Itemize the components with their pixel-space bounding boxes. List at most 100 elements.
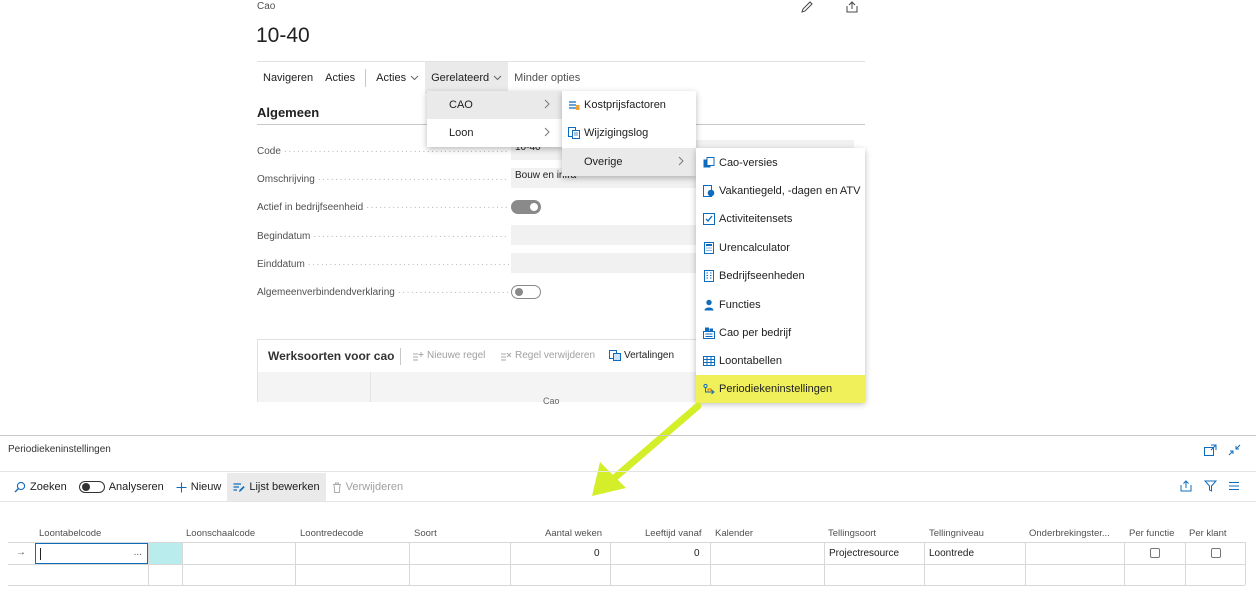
person-icon [703, 299, 715, 311]
translations-button[interactable]: Vertalingen [609, 350, 674, 361]
leader-dots: ········································… [365, 202, 509, 213]
list-view-icon[interactable] [1228, 481, 1240, 491]
column-header-leeftijd-vanaf[interactable]: Leeftijd vanaf [645, 528, 702, 539]
action-gerelateerd-menu[interactable]: Gerelateerd [425, 61, 509, 94]
part-title[interactable]: Werksoorten voor cao [268, 349, 394, 363]
column-header-soort[interactable]: Soort [414, 528, 437, 539]
menu-item-cao-versies[interactable]: Cao-versies [696, 149, 865, 177]
card-action-bar: Navigeren Acties Acties Gerelateerd Mind… [257, 61, 865, 94]
menu-item-kostprijsfactoren[interactable]: Kostprijsfactoren [562, 91, 696, 119]
field-label-omschrijving: Omschrijving ···························… [257, 174, 509, 185]
avv-toggle[interactable] [511, 285, 541, 299]
field-label-actief: Actief in bedrijfseenheid ··············… [257, 202, 509, 213]
menu-item-cao[interactable]: CAO [427, 91, 562, 119]
record-title: 10-40 [256, 24, 310, 47]
column-header-aantal-weken[interactable]: Aantal weken [545, 528, 602, 539]
analyse-label: Analyseren [108, 481, 164, 493]
column-header-loonschaalcode[interactable]: Loonschaalcode [186, 528, 255, 539]
part-grid-divider [370, 372, 371, 402]
plus-icon [176, 482, 187, 493]
grid-line [1025, 542, 1026, 585]
menu-item-wijzigingslog-label: Wijzigingslog [584, 127, 649, 139]
leader-dots: ········································… [317, 174, 509, 185]
menu-item-periodiekeninstellingen[interactable]: Periodiekeninstellingen [696, 375, 865, 403]
menu-item-bedrijfseenheden-label: Bedrijfseenheden [719, 270, 805, 282]
menu-item-bedrijfseenheden[interactable]: Bedrijfseenheden [696, 262, 865, 290]
actief-label: Actief in bedrijfseenheid [257, 202, 364, 213]
delete-line-button[interactable]: Regel verwijderen [500, 350, 595, 361]
chevron-down-icon [493, 75, 502, 81]
list-actionbar-top-line [0, 471, 1256, 472]
per-functie-checkbox[interactable] [1150, 548, 1160, 558]
menu-item-vakantiegeld[interactable]: Vakantiegeld, -dagen en ATV [696, 177, 865, 205]
actief-toggle[interactable] [511, 200, 541, 214]
share-icon[interactable] [1180, 480, 1193, 492]
search-button[interactable]: Zoeken [8, 473, 73, 501]
tellingsoort-cell[interactable]: Projectresource [829, 548, 899, 559]
new-line-button[interactable]: Nieuwe regel [412, 350, 485, 361]
per-klant-checkbox[interactable] [1211, 548, 1221, 558]
action-navigeren[interactable]: Navigeren [257, 62, 319, 94]
new-button[interactable]: Nieuw [170, 473, 228, 501]
grid-line [824, 542, 825, 585]
menu-item-overige[interactable]: Overige [562, 148, 696, 176]
chevron-right-icon [544, 99, 550, 109]
loontabelcode-input[interactable]: ... [35, 543, 148, 564]
leader-dots: ········································… [307, 259, 509, 270]
delete-button[interactable]: Verwijderen [326, 473, 409, 501]
column-header-kalender[interactable]: Kalender [715, 528, 753, 539]
breadcrumb: Cao [257, 1, 276, 12]
menu-item-urencalculator-label: Urencalculator [719, 242, 790, 254]
collapse-icon[interactable] [1228, 444, 1241, 456]
share-icon[interactable] [845, 0, 861, 16]
column-header-per-functie[interactable]: Per functie [1129, 528, 1174, 539]
column-header-loontredecode[interactable]: Loontredecode [300, 528, 363, 539]
analyse-toggle[interactable]: Analyseren [73, 473, 170, 501]
action-gerelateerd-label: Gerelateerd [431, 71, 490, 84]
menu-item-urencalculator[interactable]: Urencalculator [696, 234, 865, 262]
activiteitensets-icon [703, 213, 715, 225]
menu-item-loon-label: Loon [449, 127, 474, 139]
pencil-icon[interactable] [800, 0, 816, 16]
column-header-per-klant[interactable]: Per klant [1189, 528, 1227, 539]
column-header-tellingniveau[interactable]: Tellingniveau [929, 528, 984, 539]
lookup-button[interactable]: ... [134, 547, 142, 558]
menu-item-loon[interactable]: Loon [427, 119, 562, 147]
column-header-tellingsoort[interactable]: Tellingsoort [828, 528, 876, 539]
column-header-loontabelcode[interactable]: Loontabelcode [39, 528, 101, 539]
action-separator [365, 68, 367, 87]
menu-item-vakantiegeld-label: Vakantiegeld, -dagen en ATV [719, 185, 861, 197]
menu-item-activiteitensets[interactable]: Activiteitensets [696, 205, 865, 233]
part-grid-cut-text: Cao [543, 396, 560, 406]
menu-item-functies[interactable]: Functies [696, 291, 865, 319]
aantal-weken-cell[interactable]: 0 [594, 548, 600, 559]
action-minder-opties[interactable]: Minder opties [508, 62, 586, 94]
menu-item-wijzigingslog[interactable]: Wijzigingslog [562, 119, 696, 147]
edit-list-label: Lijst bewerken [249, 481, 320, 493]
open-new-window-icon[interactable] [1204, 444, 1217, 456]
filter-icon[interactable] [1204, 480, 1217, 492]
edit-list-icon [233, 482, 246, 493]
grid-line [182, 542, 183, 585]
group-title-algemeen[interactable]: Algemeen [257, 105, 319, 120]
grid-line [295, 542, 296, 585]
action-acties-menu[interactable]: Acties [370, 62, 425, 94]
chevron-down-icon [410, 75, 419, 81]
leeftijd-vanaf-cell[interactable]: 0 [694, 548, 700, 559]
row-marker-arrow: → [16, 547, 26, 558]
field-label-code: Code ···································… [257, 146, 509, 157]
action-acties-promoted[interactable]: Acties [319, 62, 361, 94]
column-header-onderbreking[interactable]: Onderbrekingster... [1029, 528, 1110, 539]
action-acties-label: Acties [376, 71, 407, 84]
menu-item-cao-versies-label: Cao-versies [719, 157, 778, 169]
grid-line [409, 542, 410, 585]
menu-item-loontabellen[interactable]: Loontabellen [696, 347, 865, 375]
edit-list-button[interactable]: Lijst bewerken [227, 473, 326, 501]
wijzigingslog-icon [568, 127, 580, 139]
delete-line-label: Regel verwijderen [515, 350, 596, 361]
tellingniveau-cell[interactable]: Loontrede [929, 548, 974, 559]
menu-item-cao-per-bedrijf-label: Cao per bedrijf [719, 327, 792, 339]
menu-item-cao-per-bedrijf[interactable]: Cao per bedrijf [696, 319, 865, 347]
analyse-switch[interactable] [78, 481, 105, 493]
list-page-title: Periodiekeninstellingen [8, 444, 111, 455]
